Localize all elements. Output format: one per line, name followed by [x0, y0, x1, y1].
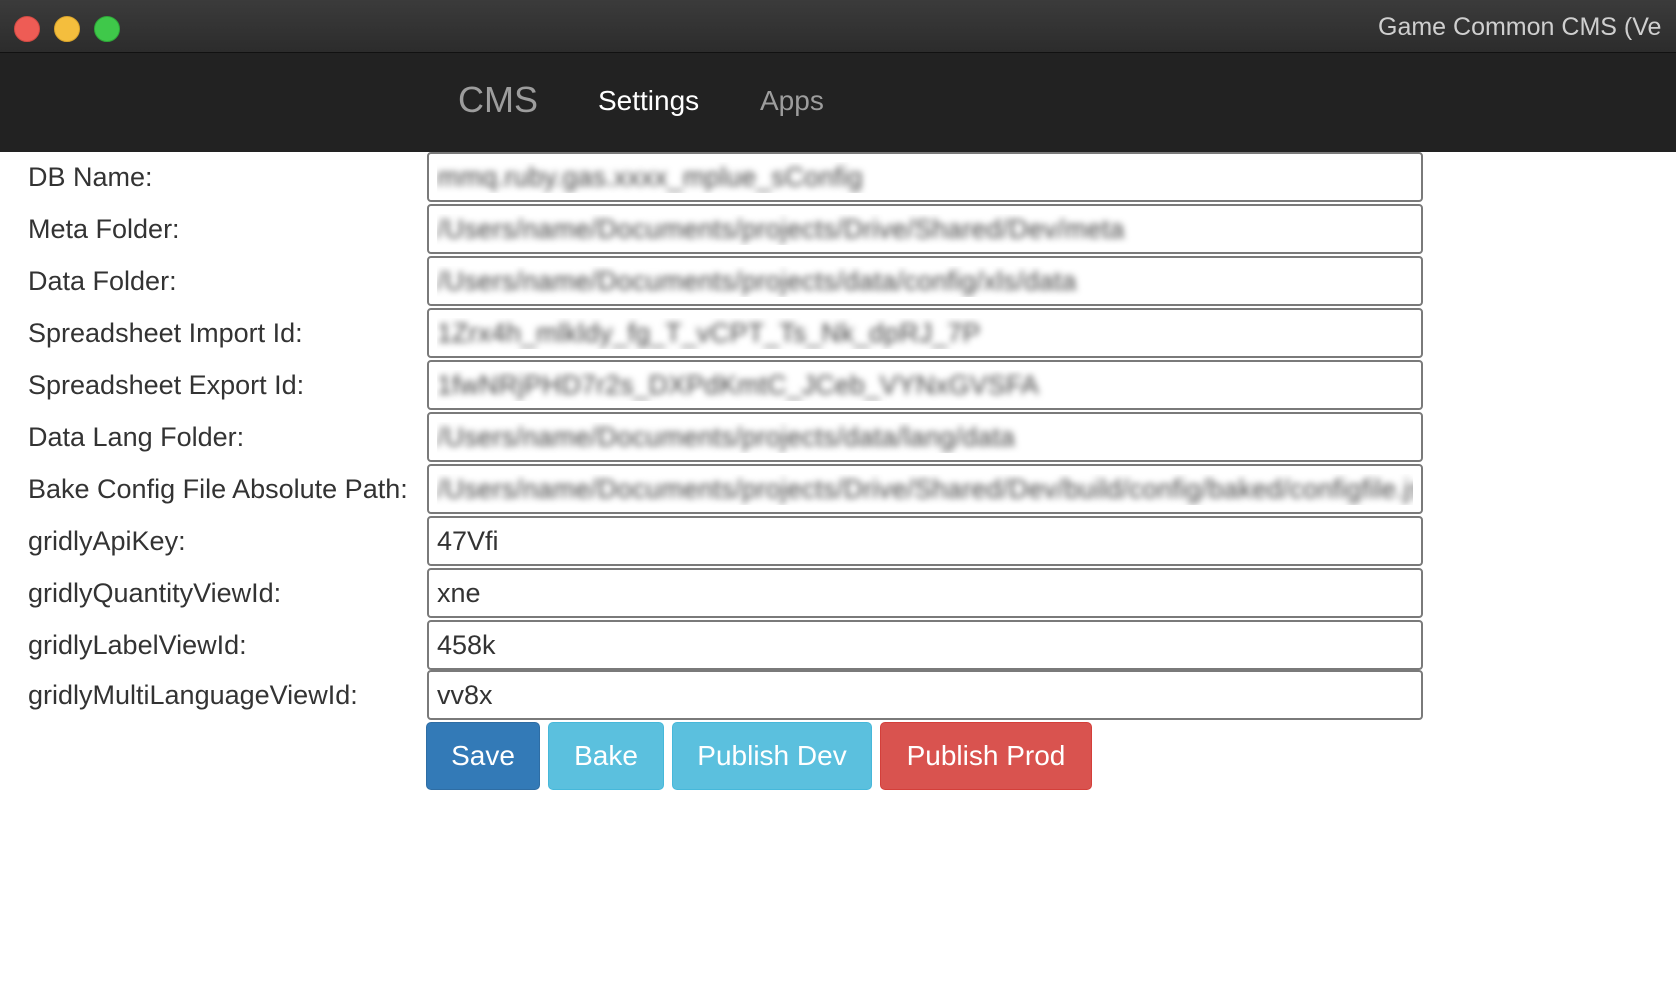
data-lang-folder-label: Data Lang Folder: [28, 422, 245, 452]
form-row-db-name: DB Name: [0, 152, 1676, 204]
publish-prod-button[interactable]: Publish Prod [880, 722, 1092, 790]
spreadsheet-import-id-input[interactable] [427, 308, 1423, 358]
spreadsheet-export-id-input[interactable] [427, 360, 1423, 410]
bake-button[interactable]: Bake [548, 722, 664, 790]
form-row-spreadsheet-import-id: Spreadsheet Import Id: [0, 308, 1676, 360]
gridly-quantity-view-id-label: gridlyQuantityViewId: [28, 578, 282, 608]
gridly-quantity-view-id-input[interactable] [427, 568, 1423, 618]
gridly-multi-language-view-id-label: gridlyMultiLanguageViewId: [28, 680, 358, 710]
db-name-input[interactable] [427, 152, 1423, 202]
form-row-data-folder: Data Folder: [0, 256, 1676, 308]
spreadsheet-import-id-label: Spreadsheet Import Id: [28, 318, 303, 348]
form-row-bake-config-path: Bake Config File Absolute Path: [0, 464, 1676, 516]
form-row-meta-folder: Meta Folder: [0, 204, 1676, 256]
form-row-gridly-api-key: gridlyApiKey: [0, 516, 1676, 568]
gridly-api-key-input[interactable] [427, 516, 1423, 566]
minimize-window-button[interactable] [54, 16, 80, 42]
data-folder-input[interactable] [427, 256, 1423, 306]
form-row-gridly-multi-language-view-id: gridlyMultiLanguageViewId: [0, 670, 1676, 722]
bake-config-path-label: Bake Config File Absolute Path: [28, 474, 408, 504]
data-lang-folder-input[interactable] [427, 412, 1423, 462]
close-window-button[interactable] [14, 16, 40, 42]
nav-brand[interactable]: CMS [458, 79, 538, 121]
maximize-window-button[interactable] [94, 16, 120, 42]
data-folder-label: Data Folder: [28, 266, 177, 296]
form-row-gridly-quantity-view-id: gridlyQuantityViewId: [0, 568, 1676, 620]
nav-link-settings[interactable]: Settings [598, 85, 699, 117]
gridly-api-key-label: gridlyApiKey: [28, 526, 186, 556]
meta-folder-label: Meta Folder: [28, 214, 180, 244]
gridly-label-view-id-label: gridlyLabelViewId: [28, 630, 247, 660]
navbar: CMS Settings Apps [0, 53, 1676, 152]
db-name-label: DB Name: [28, 162, 153, 192]
gridly-multi-language-view-id-input[interactable] [427, 670, 1423, 720]
publish-dev-button[interactable]: Publish Dev [672, 722, 872, 790]
form-row-data-lang-folder: Data Lang Folder: [0, 412, 1676, 464]
nav-link-apps[interactable]: Apps [760, 85, 824, 117]
save-button[interactable]: Save [426, 722, 540, 790]
spreadsheet-export-id-label: Spreadsheet Export Id: [28, 370, 305, 400]
bake-config-path-input[interactable] [427, 464, 1423, 514]
meta-folder-input[interactable] [427, 204, 1423, 254]
window-title: Game Common CMS (Ve [1378, 13, 1662, 41]
gridly-label-view-id-input[interactable] [427, 620, 1423, 670]
form-row-gridly-label-view-id: gridlyLabelViewId: [0, 620, 1676, 672]
window-titlebar: Game Common CMS (Ve [0, 0, 1676, 53]
form-row-spreadsheet-export-id: Spreadsheet Export Id: [0, 360, 1676, 412]
